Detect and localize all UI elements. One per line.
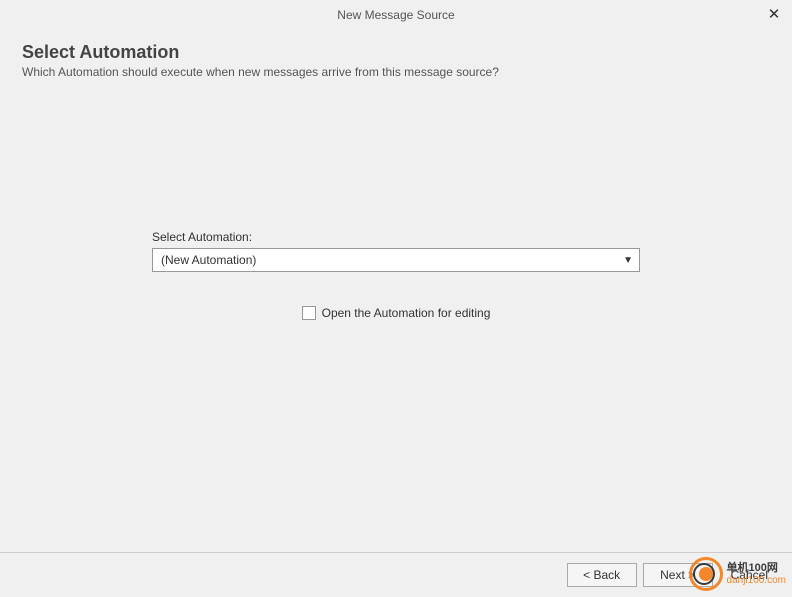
chevron-down-icon: ▼ bbox=[623, 255, 633, 266]
next-button[interactable]: Next > bbox=[643, 563, 713, 587]
close-icon[interactable]: ✕ bbox=[764, 4, 784, 24]
open-for-editing-label: Open the Automation for editing bbox=[322, 306, 491, 320]
dropdown-selected-value: (New Automation) bbox=[161, 253, 256, 267]
titlebar: New Message Source ✕ bbox=[0, 0, 792, 30]
page-subtitle: Which Automation should execute when new… bbox=[22, 65, 770, 79]
select-automation-dropdown[interactable]: (New Automation) ▼ bbox=[152, 248, 640, 272]
window-title: New Message Source bbox=[337, 8, 454, 22]
page-title: Select Automation bbox=[22, 42, 770, 63]
cancel-button[interactable]: Cancel bbox=[719, 563, 780, 587]
wizard-content: Select Automation: (New Automation) ▼ Op… bbox=[0, 80, 792, 552]
form-area: Select Automation: (New Automation) ▼ Op… bbox=[22, 230, 770, 320]
open-for-editing-checkbox[interactable] bbox=[302, 306, 316, 320]
back-button[interactable]: < Back bbox=[567, 563, 637, 587]
wizard-header: Select Automation Which Automation shoul… bbox=[0, 30, 792, 87]
open-for-editing-row: Open the Automation for editing bbox=[152, 306, 640, 320]
select-automation-label: Select Automation: bbox=[152, 230, 640, 244]
wizard-footer: < Back Next > Cancel bbox=[0, 552, 792, 597]
